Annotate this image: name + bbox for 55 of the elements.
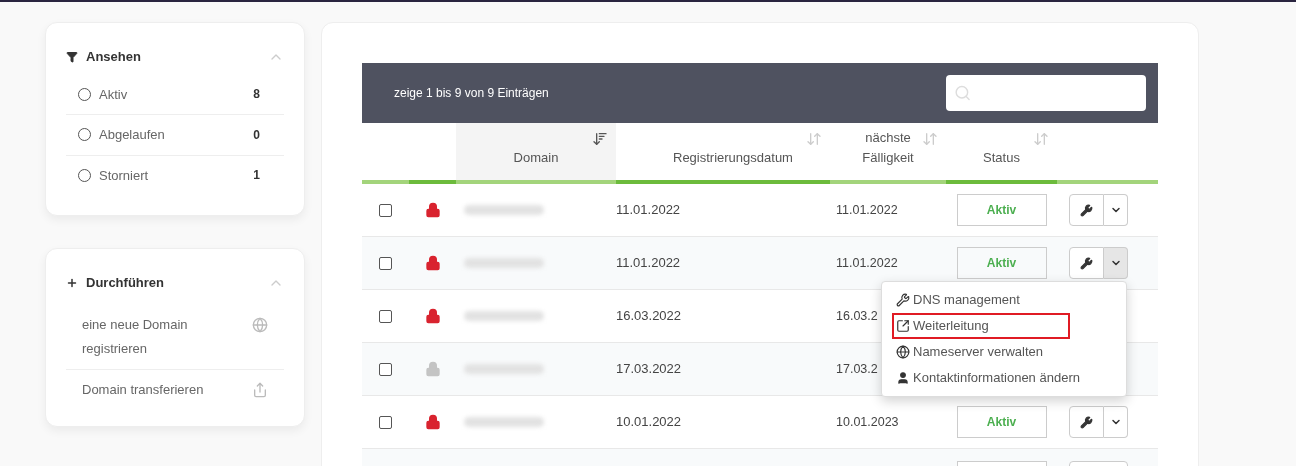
- column-header[interactable]: Status: [946, 123, 1057, 180]
- sort-icon[interactable]: [592, 131, 608, 147]
- menu-item[interactable]: Weiterleitung: [892, 313, 1070, 339]
- column-header[interactable]: Registrierungsdatum: [616, 123, 830, 180]
- wrench-button[interactable]: [1069, 194, 1104, 226]
- search-field[interactable]: [946, 75, 1146, 111]
- entries-info: zeige 1 bis 9 von 9 Einträgen: [394, 85, 549, 102]
- filter-count: 1: [253, 167, 260, 185]
- filter-icon: [66, 50, 78, 63]
- globe-icon: [896, 345, 910, 359]
- filter-count: 0: [253, 126, 260, 144]
- search-icon: [954, 83, 972, 103]
- wrench-button[interactable]: [1069, 247, 1104, 279]
- due-date: 11.01.2022: [836, 201, 898, 219]
- panel-title: Ansehen: [86, 48, 141, 66]
- menu-item[interactable]: Nameserver verwalten: [892, 339, 1116, 365]
- wrench-icon: [1080, 256, 1093, 270]
- dropdown-toggle[interactable]: [1104, 247, 1128, 279]
- wrench-icon: [1080, 203, 1093, 217]
- filter-label[interactable]: Abgelaufen: [99, 125, 165, 145]
- wrench-button[interactable]: [1069, 406, 1104, 438]
- registration-date: 10.01.2022: [616, 413, 683, 432]
- status-badge: Aktiv: [956, 194, 1047, 226]
- registration-date: 11.01.2022: [616, 254, 682, 273]
- action-link[interactable]: Domain transferieren: [82, 377, 222, 402]
- panel-title: Durchführen: [86, 274, 164, 292]
- row-checkbox[interactable]: [379, 203, 392, 217]
- due-date: 10.01.2023: [836, 413, 899, 431]
- filter-count: 8: [253, 86, 260, 104]
- filter-label[interactable]: Storniert: [99, 165, 149, 185]
- action-link[interactable]: eine neue Domain registrieren: [82, 312, 222, 361]
- row-checkbox[interactable]: [379, 256, 392, 270]
- globe-icon: [252, 316, 268, 333]
- wrench-icon: [896, 293, 910, 307]
- filter-label[interactable]: Aktiv: [99, 84, 128, 104]
- registration-date: 11.01.2022: [616, 201, 682, 220]
- dropdown-toggle[interactable]: [1104, 406, 1128, 438]
- row-checkbox[interactable]: [379, 415, 392, 429]
- row-checkbox[interactable]: [379, 309, 392, 323]
- user-icon: [896, 371, 910, 385]
- row-checkbox[interactable]: [379, 362, 392, 376]
- due-date: 16.03.2: [836, 307, 878, 325]
- registration-date: 17.03.2022: [616, 360, 683, 379]
- menu-item[interactable]: DNS management: [892, 287, 1116, 313]
- column-header[interactable]: nächste Fälligkeit: [830, 123, 946, 180]
- dropdown-toggle[interactable]: [1104, 194, 1128, 226]
- registration-date: 16.03.2022: [616, 307, 683, 326]
- column-header[interactable]: Domain: [456, 123, 616, 180]
- due-date: 17.03.2: [836, 360, 878, 378]
- menu-item[interactable]: Kontaktinformationen ändern: [892, 365, 1116, 391]
- plus-icon: [66, 276, 78, 289]
- status-badge: Aktiv: [956, 247, 1047, 279]
- due-date: 11.01.2022: [836, 254, 898, 272]
- status-badge: Aktiv: [956, 406, 1047, 438]
- wrench-icon: [1080, 415, 1093, 429]
